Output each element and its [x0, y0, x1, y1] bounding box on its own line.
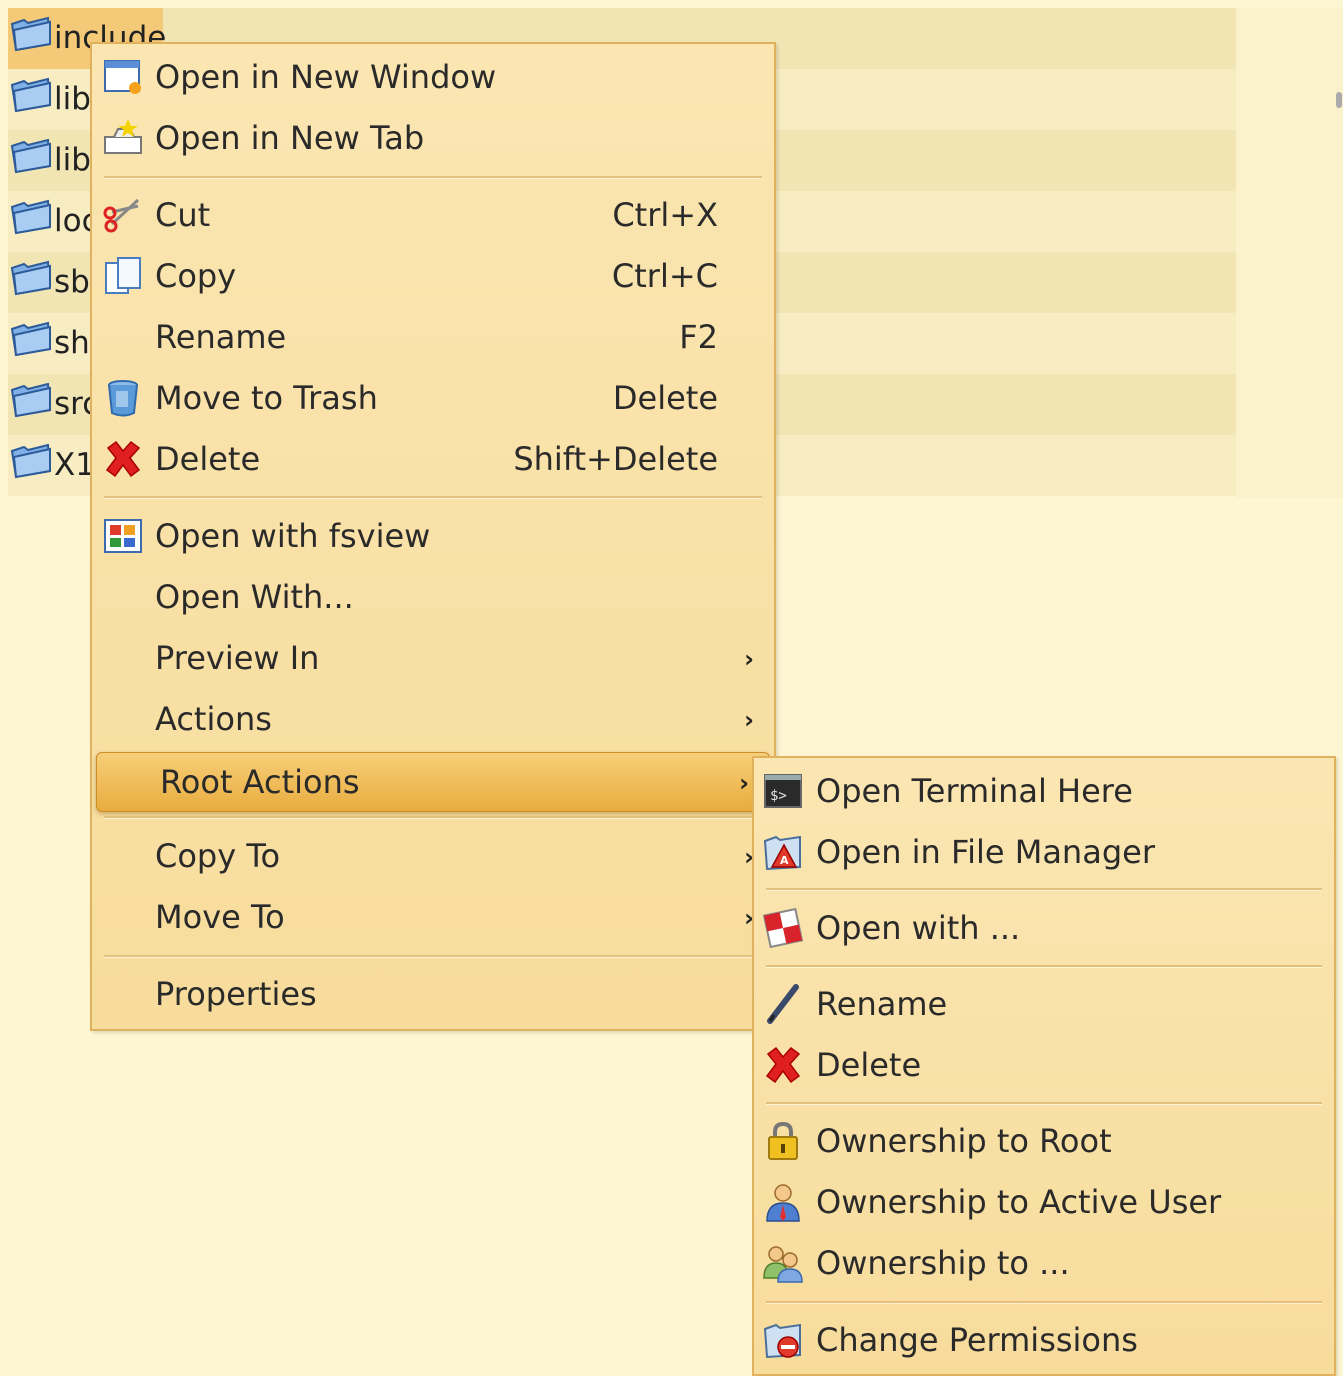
menu-item-open-in-new-window[interactable]: Open in New Window — [92, 48, 774, 106]
submenu-item-ownership-to-root[interactable]: Ownership to Root — [754, 1112, 1334, 1170]
folder-icon — [10, 443, 52, 479]
svg-text:$>: $> — [770, 788, 787, 804]
menu-item-open-with[interactable]: Open With... — [92, 568, 774, 626]
menu-item-move-to[interactable]: Move To › — [92, 888, 774, 946]
menu-item-open-with-fsview[interactable]: Open with fsview — [92, 507, 774, 565]
submenu-item-rename[interactable]: Rename — [754, 975, 1334, 1033]
menu-item-cut[interactable]: Cut Ctrl+X — [92, 186, 774, 244]
file-name: X1 — [54, 447, 95, 483]
scrollbar-indicator[interactable] — [1336, 92, 1342, 108]
folder-icon — [10, 16, 52, 52]
copy-icon — [105, 257, 141, 294]
menu-separator — [104, 816, 762, 819]
menu-item-delete[interactable]: Delete Shift+Delete — [92, 430, 774, 488]
fsview-icon — [104, 519, 142, 553]
file-name: lib — [54, 142, 91, 178]
user-icon — [766, 1184, 800, 1222]
new-tab-icon — [104, 119, 142, 154]
shortcut-label: Ctrl+X — [612, 196, 718, 234]
file-manager-icon: A — [763, 835, 801, 871]
folder-icon — [10, 382, 52, 418]
submenu-arrow-icon: › — [744, 706, 754, 734]
menu-item-actions[interactable]: Actions › — [92, 690, 774, 748]
scissors-icon — [103, 198, 140, 233]
users-icon — [763, 1246, 803, 1283]
submenu-item-open-terminal-here[interactable]: $> Open Terminal Here — [754, 762, 1334, 820]
menu-separator — [104, 176, 762, 179]
menu-item-root-actions[interactable]: Root Actions › — [96, 752, 770, 812]
svg-text:A: A — [780, 854, 789, 867]
shortcut-label: F2 — [679, 318, 718, 356]
file-name: lib — [54, 81, 91, 117]
submenu-arrow-icon: › — [739, 769, 749, 797]
lock-icon — [768, 1121, 798, 1160]
menu-item-preview-in[interactable]: Preview In › — [92, 629, 774, 687]
menu-item-rename[interactable]: Rename F2 — [92, 308, 774, 366]
file-name: sh — [54, 325, 90, 361]
folder-icon — [10, 138, 52, 174]
menu-separator — [766, 1102, 1322, 1105]
red-x-icon — [765, 1046, 801, 1084]
menu-item-open-in-new-tab[interactable]: Open in New Tab — [92, 109, 774, 167]
submenu-item-delete[interactable]: Delete — [754, 1036, 1334, 1094]
submenu-item-open-with[interactable]: Open with ... — [754, 899, 1334, 957]
menu-separator — [104, 955, 762, 958]
red-x-icon — [105, 440, 141, 478]
menu-separator — [766, 965, 1322, 968]
shortcut-label: Shift+Delete — [513, 440, 718, 478]
menu-item-properties[interactable]: Properties — [92, 965, 774, 1023]
shortcut-label: Delete — [612, 379, 718, 417]
pencil-icon — [767, 984, 799, 1024]
menu-separator — [766, 888, 1322, 891]
trash-icon — [108, 380, 138, 417]
file-name: sb — [54, 264, 90, 300]
menu-separator — [766, 1301, 1322, 1304]
root-actions-submenu: $> Open Terminal Here A Open in File Man… — [752, 756, 1336, 1376]
details-pane — [1236, 8, 1343, 498]
submenu-item-change-permissions[interactable]: Change Permissions — [754, 1311, 1334, 1369]
menu-item-move-to-trash[interactable]: Move to Trash Delete — [92, 369, 774, 427]
permissions-icon — [763, 1323, 801, 1359]
submenu-item-ownership-to-active-user[interactable]: Ownership to Active User — [754, 1173, 1334, 1231]
folder-icon — [10, 199, 52, 235]
menu-item-copy-to[interactable]: Copy To › — [92, 827, 774, 885]
folder-icon — [10, 77, 52, 113]
menu-separator — [104, 496, 762, 499]
menu-item-copy[interactable]: Copy Ctrl+C — [92, 247, 774, 305]
terminal-icon: $> — [764, 774, 802, 808]
new-window-icon — [104, 60, 141, 94]
open-with-icon — [762, 907, 804, 949]
folder-icon — [10, 260, 52, 296]
context-menu: Open in New Window Open in New Tab Cut C… — [90, 42, 776, 1031]
folder-icon — [10, 321, 52, 357]
submenu-arrow-icon: › — [744, 645, 754, 673]
submenu-item-ownership-to[interactable]: Ownership to ... — [754, 1234, 1334, 1292]
submenu-item-open-in-file-manager[interactable]: A Open in File Manager — [754, 823, 1334, 881]
shortcut-label: Ctrl+C — [611, 257, 718, 295]
